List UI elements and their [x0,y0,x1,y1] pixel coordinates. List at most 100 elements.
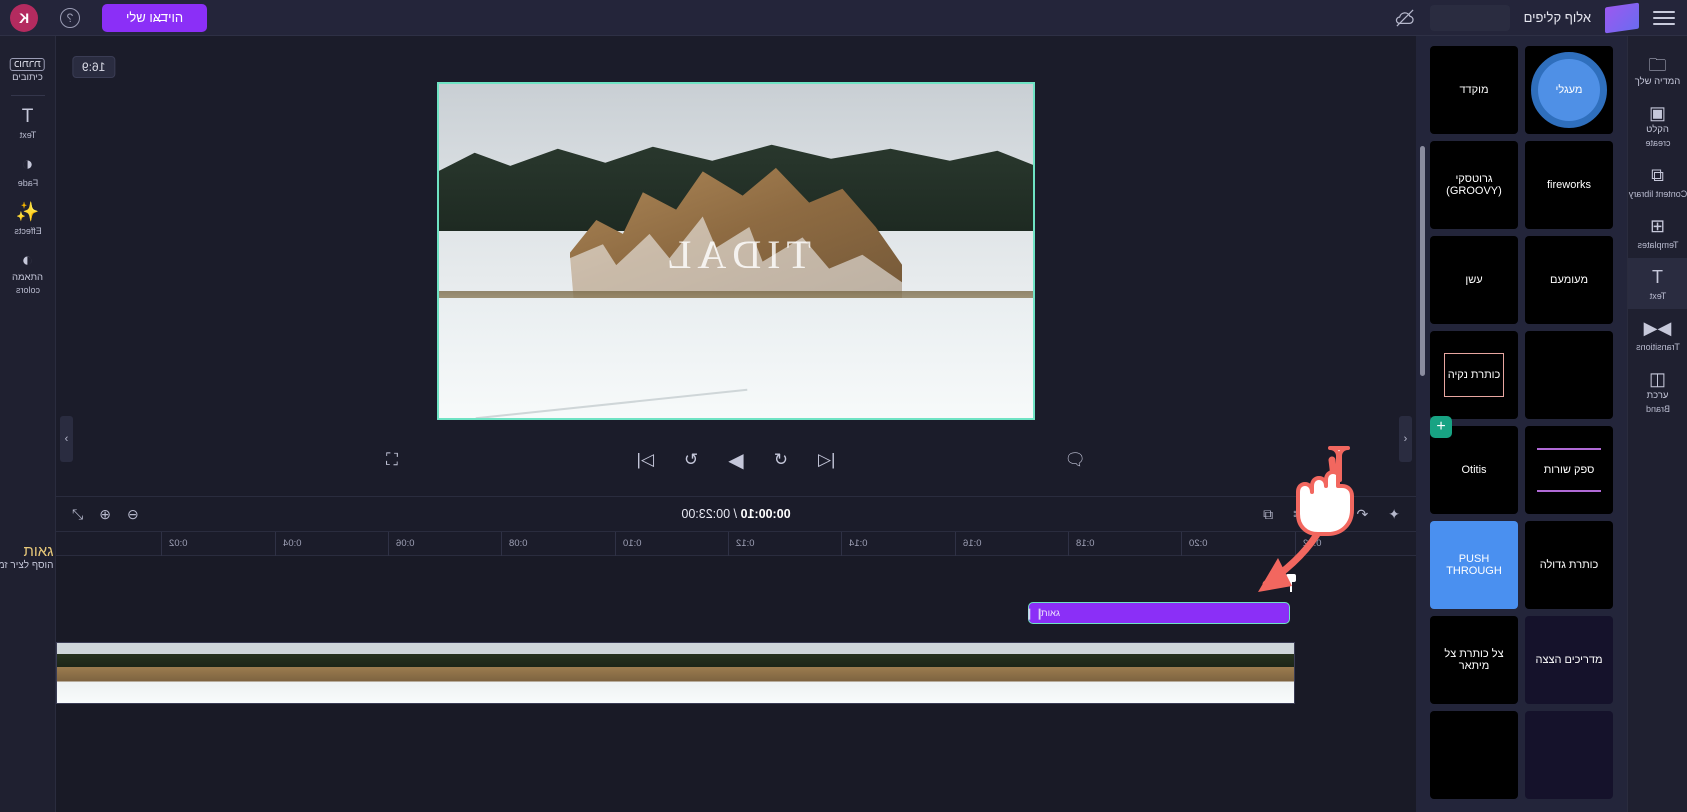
template-tile-label: כותרת נקיה [1447,369,1501,381]
nav-item-transitions[interactable]: ▶◀ Transitions [1628,309,1687,360]
aspect-ratio-chip[interactable]: 16:9 [72,56,116,78]
template-tile[interactable]: Otitis [1430,426,1518,514]
nav-item-brand[interactable]: ◫ ערכת Brand [1628,360,1687,422]
total-time: 00:23:00 [681,507,731,521]
template-tile[interactable]: fireworks [1525,141,1613,229]
video-filmstrip[interactable] [56,642,1295,704]
filmstrip-frame [304,643,367,703]
effects-icon: ✨ [15,202,40,223]
footer-subtitle: הוסף לציר זמן [0,559,54,571]
skip-to-end-icon[interactable]: ▷| [818,450,836,470]
top-bar: K ? הוידאו שלי אלוף קליפים [0,0,1687,36]
current-time: 00:00:10 [740,507,791,521]
templates-icon: ⊞ [1649,216,1666,236]
sidebar-item-text[interactable]: T Text [0,98,56,146]
colors-icon: ◐ [21,250,34,271]
template-tile-label: כותרת גדולה [1539,559,1599,571]
forward-2-seconds-icon[interactable]: ↻ [774,450,788,470]
template-tile[interactable]: כותרת נקיה [1430,331,1518,419]
template-tile[interactable]: מוקדד [1430,46,1518,134]
nav-item-label: create [1645,138,1671,148]
ruler-tick-label: 0:14 [849,538,868,549]
zoom-out-icon[interactable]: ⊖ [127,506,139,523]
panel-scrollbar[interactable] [1420,146,1425,376]
toolbar-placeholder-box[interactable] [1429,4,1510,31]
edit-underline-icon [154,9,166,21]
zoom-in-icon[interactable]: ⊕ [99,506,111,523]
template-tile[interactable]: PUSH THROUGH [1430,521,1518,609]
app-logo-icon[interactable]: K [10,3,38,32]
template-tile[interactable]: עשן [1430,236,1518,324]
ruler-tick-line [501,532,503,556]
filmstrip-frame [1046,643,1109,703]
template-tile[interactable]: מעומעם [1525,236,1613,324]
filmstrip-frame [1232,643,1294,703]
sidebar-item-colors[interactable]: ◐ התאמה colors [0,242,56,301]
split-arrows-icon[interactable]: ⤡ [72,506,83,523]
filmstrip-frame [366,643,429,703]
filmstrip-frame [737,643,800,703]
sidebar-item-effects[interactable]: ✨ Effects [0,194,56,242]
video-preview[interactable]: TIDAL [437,82,1035,420]
template-tile-label: fireworks [1547,179,1592,191]
help-icon[interactable]: ? [60,7,80,28]
ruler-tick-label: 0:06 [396,538,415,549]
skip-to-start-icon[interactable]: |◁ [637,450,655,470]
ruler-tick-line [1068,532,1069,556]
fullscreen-icon[interactable]: ⛶ [386,450,398,470]
filmstrip-frame [860,643,923,703]
captions-toggle-icon[interactable]: 🗨 [1064,450,1086,470]
transitions-icon: ▶◀ [1643,318,1672,338]
template-tile[interactable] [1525,711,1613,799]
template-tile[interactable]: מעגלי [1525,46,1613,134]
avatar[interactable] [1605,2,1639,33]
template-tile[interactable]: צל כותרת צל מיתאר [1430,616,1518,704]
nav-item-record-create[interactable]: ▣ הקלט create [1628,94,1687,156]
template-tile[interactable]: ספק שורות [1525,426,1613,514]
template-tile-label: גרוטסקי (GROOVY) [1446,173,1502,197]
cloud-offline-icon[interactable] [1394,8,1416,27]
nav-item-label-he: הקלט [1646,124,1669,135]
hamburger-icon[interactable] [1653,10,1675,25]
nav-item-label: Brand [1645,404,1670,414]
filmstrip-frame [799,643,861,703]
nav-item-your-media[interactable]: 🗀 המדיה שלך [1628,46,1687,94]
sidebar-item-fade[interactable]: ◑ Fade [0,146,56,194]
ruler-tick-line [1181,532,1183,556]
template-tile[interactable]: גרוטסקי (GROOVY) [1430,141,1518,229]
template-tile[interactable]: כותרת גדולה [1525,521,1613,609]
nav-item-templates[interactable]: ⊞ Templates [1628,207,1687,258]
hand-cursor-icon [1296,446,1354,536]
add-template-button[interactable]: + [1430,416,1452,438]
brand-icon: ◫ [1648,369,1666,389]
template-tile-label: מעומעם [1549,274,1589,286]
ruler-tick-line [841,532,843,556]
templates-panel: מוקדד מעגלי גרוטסקי (GROOVY) fireworks עשן מע… [1416,36,1627,812]
timeline-tracks: ❙❙ גאות [56,556,1416,704]
footer-title: גאות [23,542,54,560]
timeline-ruler[interactable]: 0:22 0:20 0:18 0:16 0:14 0:12 0:10 0:08 0:06 0:04… [56,532,1416,556]
filmstrip-frame [242,643,305,703]
nav-item-label: Templates [1636,240,1679,250]
play-icon[interactable]: ◀ [728,448,743,473]
project-name-button[interactable]: הוידאו שלי [102,3,207,32]
template-tile[interactable]: מדריכים הצצה [1525,616,1613,704]
ruler-tick-line [954,532,956,556]
magic-icon[interactable]: ✦ [1388,506,1400,523]
nav-item-text[interactable]: T Text [1627,258,1687,309]
template-tile[interactable] [1430,711,1518,799]
clip-grip-handle[interactable]: ❙❙ [1025,603,1044,623]
ruler-tick-label: 0:18 [1076,538,1095,549]
template-tile-label: מדריכים הצצה [1535,654,1603,666]
filmstrip-frame [180,643,243,703]
sidebar-item-label-he: התאמה [11,272,44,283]
top-bar-right-group: אלוף קליפים [1394,2,1687,33]
sidebar-item-captions[interactable]: כותרת כיתובים [0,46,56,89]
ruler-tick-label: 0:08 [509,538,528,549]
template-tile[interactable] [1525,331,1613,419]
timeline-toolbar: ⤡ ⊕ ⊖ 00:00:10 / 00:23:00 ⧉ ✂ ↶ ↷ ✦ [56,496,1416,532]
nav-item-content-library[interactable]: ⧉ Content library [1628,156,1687,207]
filmstrip-frame [551,643,614,703]
filmstrip-frame [984,643,1047,703]
back-2-seconds-icon[interactable]: ↺ [684,450,698,470]
